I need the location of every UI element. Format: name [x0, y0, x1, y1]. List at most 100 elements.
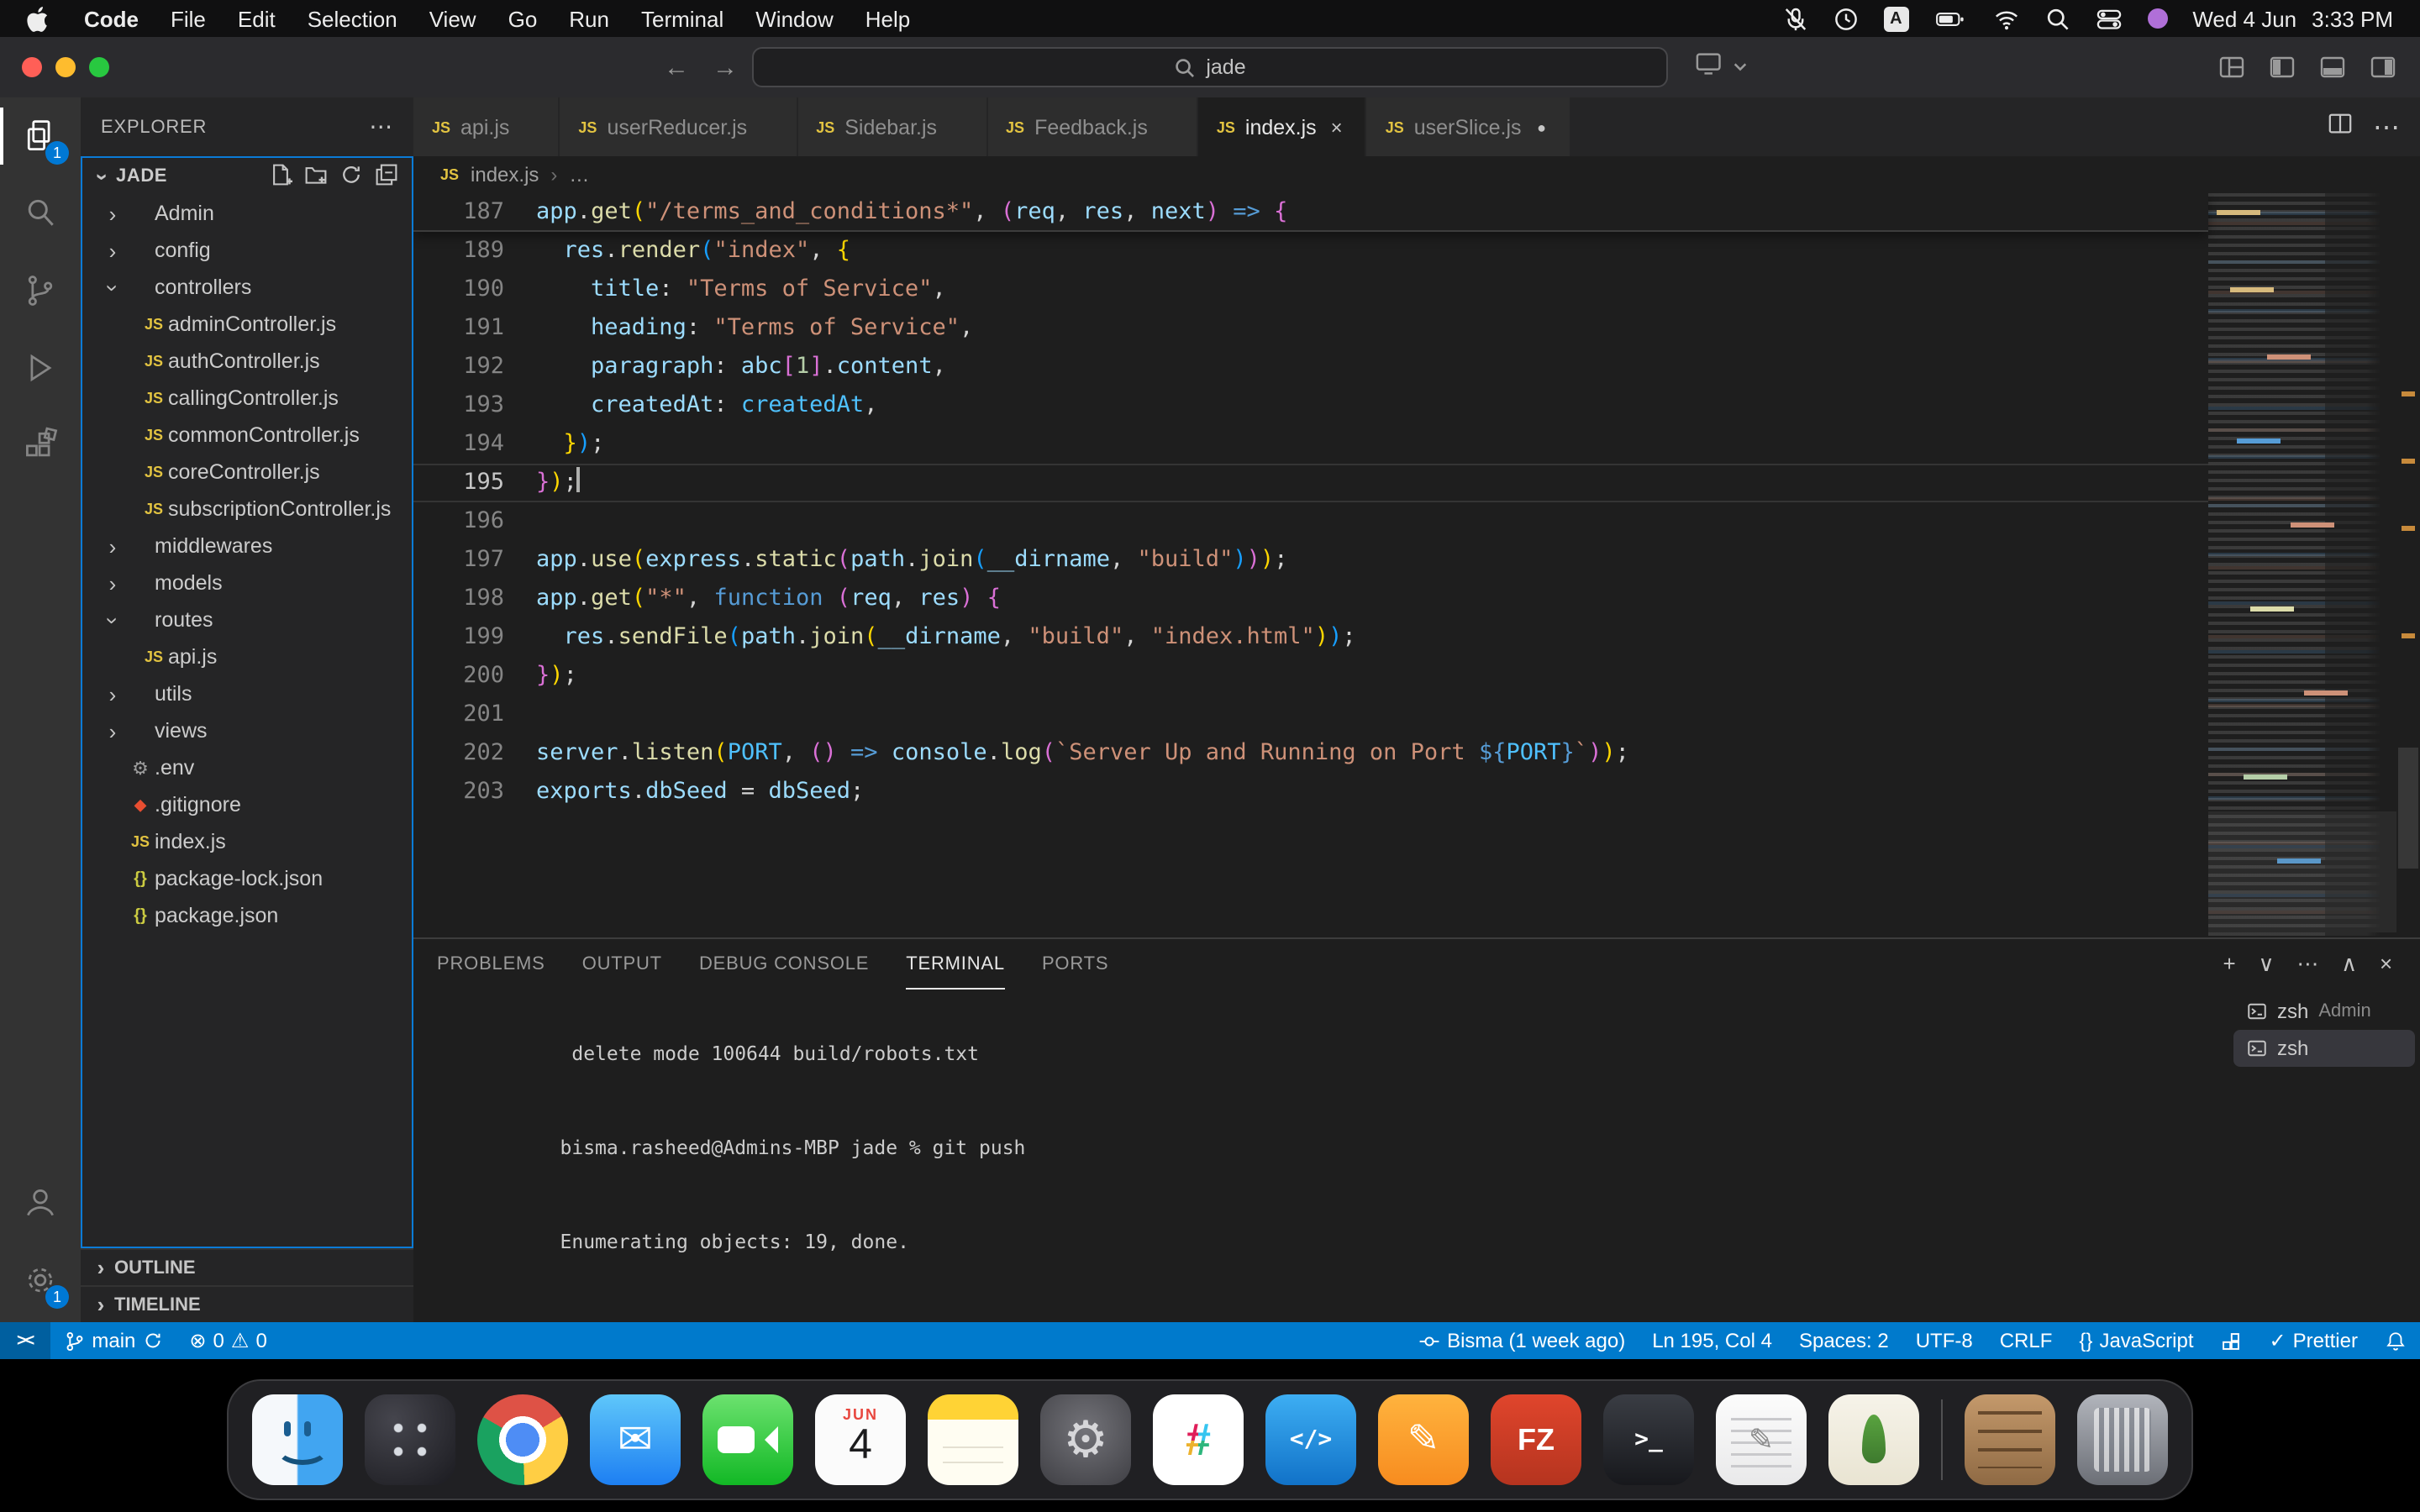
terminal-instance[interactable]: zsh [2233, 1030, 2415, 1067]
remote-indicator[interactable]: >< [0, 1322, 50, 1359]
dock-icon-trash[interactable] [2077, 1394, 2168, 1485]
dock-icon-finder[interactable] [252, 1394, 343, 1485]
dock-icon-file-cabinet[interactable] [1965, 1394, 2055, 1485]
minimize-window-button[interactable] [55, 57, 76, 77]
commit-info[interactable]: Bisma (1 week ago) [1405, 1322, 1639, 1359]
run-debug-view-icon[interactable] [0, 329, 81, 407]
menubar-item[interactable]: Go [508, 6, 538, 31]
language-mode[interactable]: {} JavaScript [2065, 1322, 2207, 1359]
new-file-icon[interactable] [269, 162, 292, 191]
tree-item[interactable]: JS authController.js [82, 343, 412, 380]
split-editor-icon[interactable] [2328, 110, 2353, 144]
indentation[interactable]: Spaces: 2 [1786, 1322, 1902, 1359]
formatter-status[interactable]: ✓ Prettier [2256, 1322, 2372, 1359]
search-view-icon[interactable] [0, 175, 81, 252]
apple-menu-icon[interactable] [27, 6, 49, 31]
tree-item[interactable]: ◆ .gitignore [82, 786, 412, 823]
cursor-position[interactable]: Ln 195, Col 4 [1639, 1322, 1786, 1359]
editor-scrollbar[interactable] [2396, 193, 2420, 937]
editor-tab[interactable]: JS Sidebar.js [797, 97, 987, 156]
tree-item[interactable]: utils [82, 675, 412, 712]
command-center-search[interactable]: jade [752, 47, 1668, 87]
tree-item[interactable]: JS subscriptionController.js [82, 491, 412, 528]
tree-item[interactable]: JS adminController.js [82, 306, 412, 343]
terminal-output[interactable]: delete mode 100644 build/robots.txt bism… [413, 990, 2228, 1322]
new-terminal-icon[interactable]: + [2223, 951, 2237, 978]
breadcrumb-file[interactable]: index.js [471, 163, 539, 186]
dock-icon-chrome[interactable] [477, 1394, 568, 1485]
dock-icon-terminal[interactable]: >_ [1603, 1394, 1694, 1485]
sync-icon[interactable] [142, 1331, 162, 1351]
panel-tab[interactable]: OUTPUT [582, 939, 662, 990]
explorer-view-icon[interactable]: 1 [0, 97, 81, 175]
close-panel-icon[interactable]: × [2380, 951, 2393, 978]
terminal-profile-chevron-icon[interactable]: ∨ [2259, 951, 2275, 978]
customize-layout-icon[interactable] [2218, 54, 2245, 81]
menubar-app-name[interactable]: Code [84, 6, 139, 31]
tree-item[interactable]: JS index.js [82, 823, 412, 860]
tree-item[interactable]: JS callingController.js [82, 380, 412, 417]
breadcrumb-more[interactable]: … [569, 163, 589, 186]
collapse-folders-icon[interactable] [375, 162, 398, 191]
navigate-forward-icon[interactable]: → [713, 53, 738, 81]
menubar-item[interactable]: View [429, 6, 476, 31]
dock-icon-mail[interactable]: ✉ [590, 1394, 681, 1485]
menubar-status-dot-icon[interactable] [2147, 8, 2167, 29]
tree-item[interactable]: controllers [82, 269, 412, 306]
dock-icon-slack[interactable]: # [1153, 1394, 1244, 1485]
editor-tab[interactable]: JS Feedback.js [987, 97, 1198, 156]
dock-icon-textedit[interactable]: ✎ [1716, 1394, 1807, 1485]
tree-item[interactable]: ⚙ .env [82, 749, 412, 786]
control-center-icon[interactable] [2095, 6, 2122, 31]
tree-item[interactable]: JS commonController.js [82, 417, 412, 454]
toggle-panel-icon[interactable] [2319, 54, 2346, 81]
new-folder-icon[interactable] [304, 162, 328, 191]
sticky-scroll-line[interactable]: 187 app.get("/terms_and_conditions*", (r… [413, 193, 2208, 232]
extension-status-icon[interactable] [2207, 1322, 2256, 1359]
dock-icon-launchpad[interactable] [365, 1394, 455, 1485]
dock-icon-pages[interactable]: ✎ [1378, 1394, 1469, 1485]
tab-indicator-icon[interactable]: ● [1532, 118, 1552, 135]
minimap-slider[interactable] [2208, 811, 2396, 932]
toggle-secondary-sidebar-icon[interactable] [2370, 54, 2396, 81]
notifications-bell-icon[interactable] [2371, 1322, 2420, 1359]
panel-tab[interactable]: PORTS [1042, 939, 1108, 990]
dock-icon-filezilla[interactable]: FZ [1491, 1394, 1581, 1485]
dock-icon-calendar[interactable]: JUN 4 [815, 1394, 906, 1485]
manage-gear-icon[interactable]: 1 [0, 1242, 81, 1319]
battery-icon[interactable] [1933, 6, 1967, 31]
menubar-item[interactable]: Terminal [641, 6, 723, 31]
editor-tab[interactable]: JS index.js × [1198, 97, 1367, 156]
tree-item[interactable]: views [82, 712, 412, 749]
eol-sequence[interactable]: CRLF [1986, 1322, 2066, 1359]
tree-item[interactable]: Admin [82, 195, 412, 232]
tree-item[interactable]: {} package.json [82, 897, 412, 934]
menubar-item[interactable]: Edit [238, 6, 276, 31]
scrollbar-slider[interactable] [2398, 748, 2418, 869]
close-window-button[interactable] [22, 57, 42, 77]
navigate-back-icon[interactable]: ← [664, 53, 689, 81]
tab-indicator-icon[interactable]: × [1327, 115, 1347, 139]
panel-tab[interactable]: DEBUG CONSOLE [699, 939, 869, 990]
refresh-icon[interactable] [339, 162, 363, 191]
input-source-icon[interactable]: A [1883, 6, 1908, 31]
source-control-view-icon[interactable] [0, 252, 81, 329]
tree-item[interactable]: JS api.js [82, 638, 412, 675]
menubar-item[interactable]: Selection [308, 6, 397, 31]
dock-divider[interactable] [1941, 1399, 1943, 1480]
dock-icon-system-settings[interactable]: ⚙ [1040, 1394, 1131, 1485]
project-section-header[interactable]: JADE [82, 158, 412, 195]
accounts-icon[interactable] [0, 1164, 81, 1242]
editor-tab[interactable]: JS userSlice.js ● [1367, 97, 1572, 156]
editor[interactable]: 187 app.get("/terms_and_conditions*", (r… [413, 193, 2420, 937]
spotlight-search-icon[interactable] [2044, 6, 2070, 31]
dock-icon-facetime[interactable] [702, 1394, 793, 1485]
explorer-more-actions-icon[interactable]: ⋯ [369, 113, 393, 141]
menubar-item[interactable]: File [171, 6, 206, 31]
menubar-item[interactable]: Help [865, 6, 911, 31]
menubar-clock[interactable]: Wed 4 Jun 3:33 PM [2192, 6, 2393, 31]
zoom-window-button[interactable] [89, 57, 109, 77]
sidebar-section-header[interactable]: TIMELINE [81, 1285, 413, 1322]
tree-item[interactable]: models [82, 564, 412, 601]
editor-tab[interactable]: JS api.js [413, 97, 560, 156]
